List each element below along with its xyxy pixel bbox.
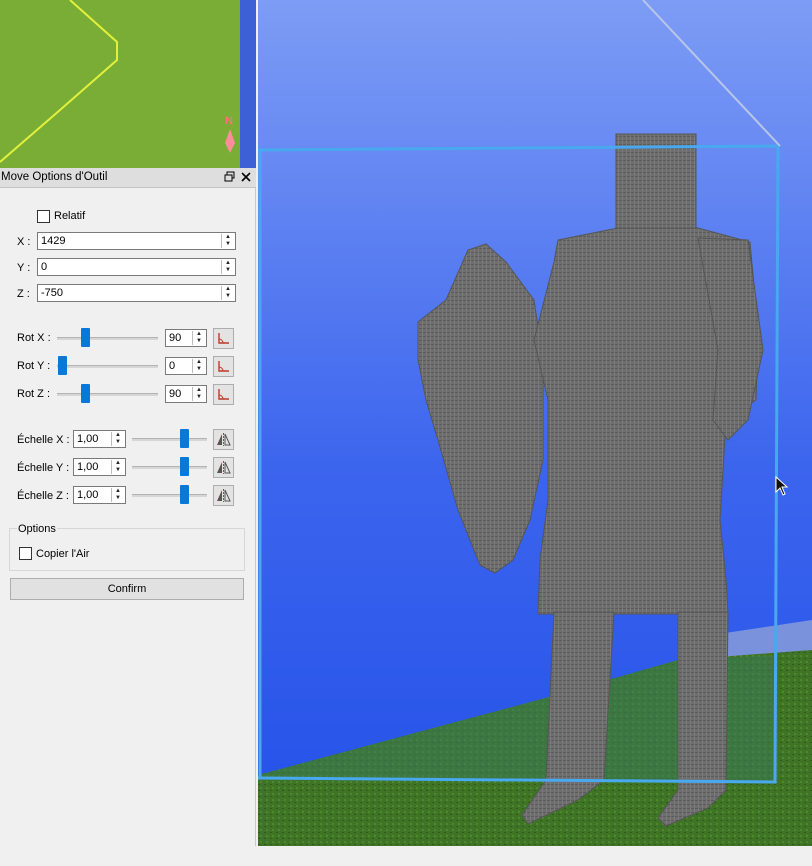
rot-z-input[interactable] [166, 386, 192, 402]
scale-y-slider[interactable] [132, 466, 207, 469]
rot-z-slider-handle[interactable] [81, 384, 90, 403]
rot-y-field[interactable]: ▲▼ [165, 357, 207, 375]
scale-y-slider-handle[interactable] [180, 457, 189, 476]
z-field[interactable]: ▲▼ [37, 284, 236, 302]
rot-z-spinner[interactable]: ▲ ▼ [192, 387, 205, 401]
relatif-checkbox[interactable] [37, 210, 50, 223]
rot-x-field[interactable]: ▲▼ [165, 329, 207, 347]
angle-reset-icon [218, 389, 229, 400]
x-input[interactable] [38, 233, 220, 249]
scale-x-field[interactable]: ▲▼ [73, 430, 126, 448]
y-spinner[interactable]: ▲ ▼ [221, 260, 234, 274]
3d-viewport[interactable] [258, 0, 812, 846]
rot-y-label: Rot Y : [17, 360, 51, 372]
compass-arrow-icon [225, 129, 235, 153]
viewport-scene [258, 0, 812, 846]
rot-x-input[interactable] [166, 330, 192, 346]
compass-north-label: N [225, 115, 233, 127]
rot-x-slider-handle[interactable] [81, 328, 90, 347]
mirror-y-button[interactable] [213, 457, 234, 478]
minimap-water-strip [240, 0, 256, 168]
panel-title: Move Options d'Outil [1, 171, 108, 183]
scale-y-input[interactable] [74, 459, 111, 475]
rot-x-label: Rot X : [17, 332, 51, 344]
confirm-button[interactable]: Confirm [10, 578, 244, 600]
copy-air-checkbox[interactable] [19, 547, 32, 560]
y-input[interactable] [38, 259, 220, 275]
scale-z-spinner[interactable]: ▲ ▼ [111, 488, 124, 502]
z-label: Z : [17, 288, 30, 300]
mirror-icon [217, 433, 231, 446]
mirror-icon [217, 461, 231, 474]
x-label: X : [17, 236, 31, 248]
x-field[interactable]: ▲▼ [37, 232, 236, 250]
scale-y-spinner[interactable]: ▲ ▼ [111, 460, 124, 474]
z-input[interactable] [38, 285, 220, 301]
compass: N [222, 115, 238, 157]
scale-y-label: Échelle Y : [17, 462, 70, 474]
move-options-panel: Move Options d'Outil Relatif X : ▲▼ Y : … [0, 168, 256, 846]
scale-z-slider[interactable] [132, 494, 207, 497]
scale-z-field[interactable]: ▲▼ [73, 486, 126, 504]
panel-titlebar[interactable]: Move Options d'Outil [0, 168, 256, 188]
rot-z-reset-button[interactable] [213, 384, 234, 405]
rot-x-reset-button[interactable] [213, 328, 234, 349]
rot-y-slider-handle[interactable] [58, 356, 67, 375]
angle-reset-icon [218, 333, 229, 344]
scale-z-label: Échelle Z : [17, 490, 69, 502]
mirror-x-button[interactable] [213, 429, 234, 450]
status-bar [0, 846, 812, 866]
minimap-outline [0, 0, 118, 163]
mirror-icon [217, 489, 231, 502]
rot-y-reset-button[interactable] [213, 356, 234, 377]
restore-icon[interactable] [223, 170, 237, 184]
rot-z-slider[interactable] [57, 393, 158, 396]
rot-y-slider[interactable] [57, 365, 158, 368]
scale-z-slider-handle[interactable] [180, 485, 189, 504]
minimap[interactable]: N [0, 0, 256, 168]
scale-x-input[interactable] [74, 431, 111, 447]
scale-x-slider-handle[interactable] [180, 429, 189, 448]
x-spinner[interactable]: ▲ ▼ [221, 234, 234, 248]
rot-x-spinner[interactable]: ▲ ▼ [192, 331, 205, 345]
scale-x-spinner[interactable]: ▲ ▼ [111, 432, 124, 446]
rot-x-slider[interactable] [57, 337, 158, 340]
rot-z-field[interactable]: ▲▼ [165, 385, 207, 403]
rot-y-spinner[interactable]: ▲ ▼ [192, 359, 205, 373]
angle-reset-icon [218, 361, 229, 372]
z-spinner[interactable]: ▲ ▼ [221, 286, 234, 300]
options-group-label: Options [17, 523, 57, 535]
scale-x-label: Échelle X : [17, 434, 70, 446]
rot-z-label: Rot Z : [17, 388, 51, 400]
y-field[interactable]: ▲▼ [37, 258, 236, 276]
scale-x-slider[interactable] [132, 438, 207, 441]
relatif-label: Relatif [54, 210, 86, 222]
scale-z-input[interactable] [74, 487, 111, 503]
mirror-z-button[interactable] [213, 485, 234, 506]
y-label: Y : [17, 262, 31, 274]
copy-air-label: Copier l'Air [36, 548, 90, 560]
scale-y-field[interactable]: ▲▼ [73, 458, 126, 476]
close-icon[interactable] [239, 170, 253, 184]
rot-y-input[interactable] [166, 358, 192, 374]
